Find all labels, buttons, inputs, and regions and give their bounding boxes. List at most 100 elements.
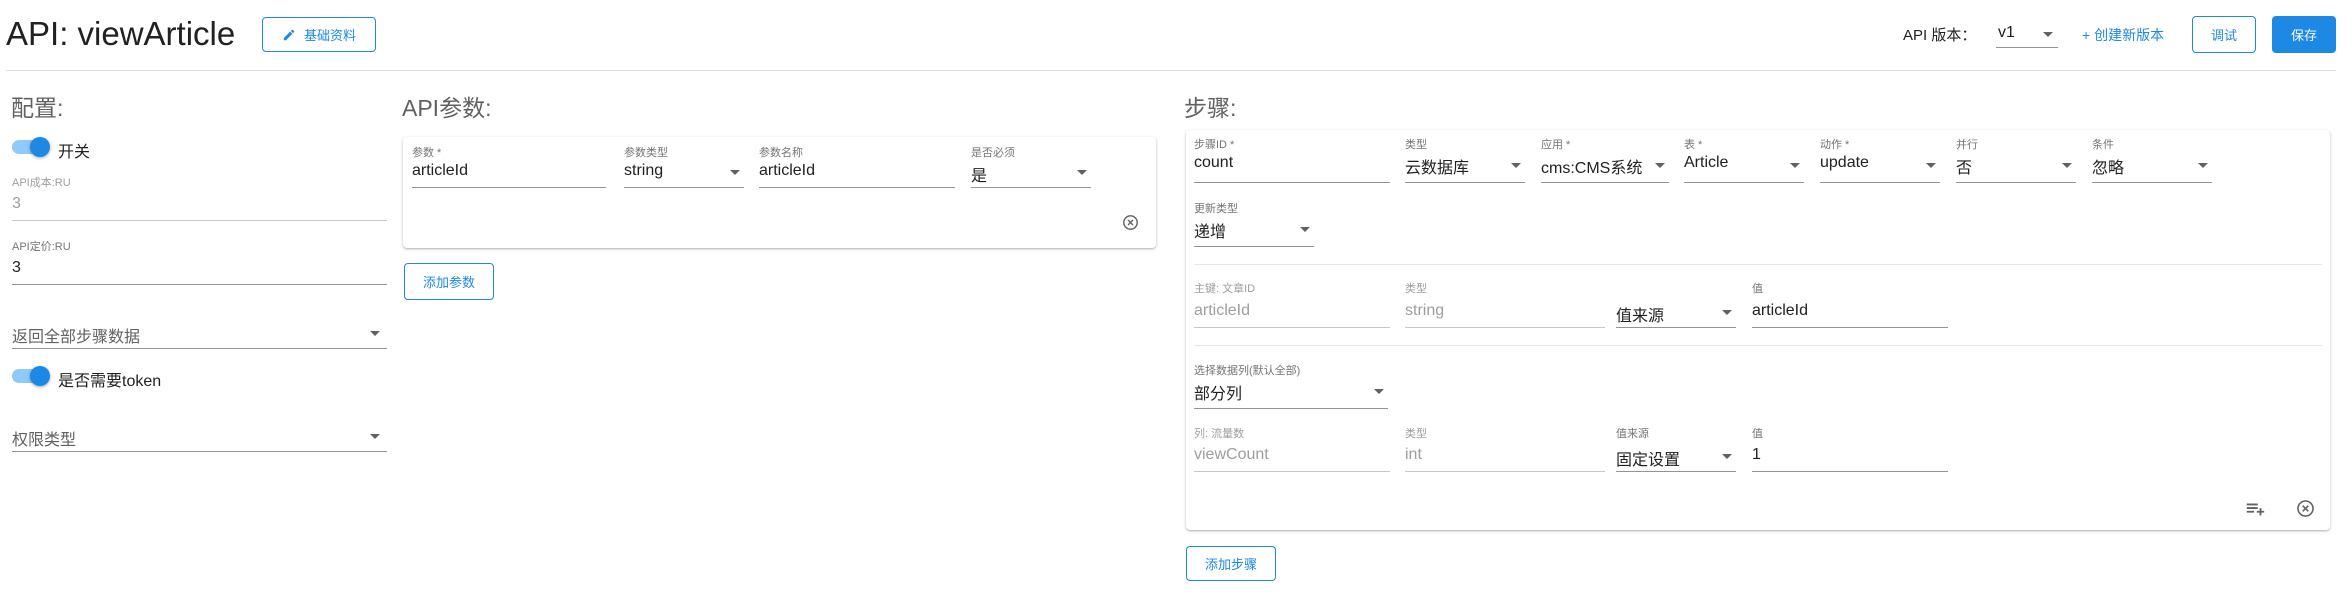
key-value-text: articleId bbox=[1752, 302, 1809, 319]
permission-placeholder: 权限类型 bbox=[12, 432, 77, 449]
step-app-select[interactable]: cms:CMS系统 bbox=[1541, 150, 1669, 184]
param-name-input[interactable]: articleId bbox=[759, 159, 955, 189]
col-label: 列: 流量数 bbox=[1194, 428, 1245, 440]
step-table-select[interactable]: Article bbox=[1684, 150, 1804, 184]
col-source-select[interactable]: 固定设置 bbox=[1616, 440, 1736, 472]
step-condition-value: 忽略 bbox=[2092, 160, 2125, 177]
switch-toggle[interactable]: 开关 bbox=[12, 136, 92, 161]
key-source-value: 值来源 bbox=[1616, 308, 1665, 325]
step-id-value: count bbox=[1194, 154, 1234, 171]
chevron-down-icon bbox=[1926, 163, 1936, 168]
key-value: articleId bbox=[1194, 302, 1251, 319]
step-table-value: Article bbox=[1684, 154, 1729, 171]
chevron-down-icon bbox=[1655, 163, 1665, 168]
param-name-header: 参数名称 bbox=[759, 147, 803, 159]
step-card: 步骤ID * count 类型 云数据库 应用 * cms:CMS系统 表 * … bbox=[1186, 130, 2330, 530]
param-type-select[interactable]: string bbox=[624, 159, 744, 189]
update-type-value: 递增 bbox=[1194, 224, 1227, 241]
price-label: API定价:RU bbox=[12, 241, 71, 253]
col-value-input[interactable]: 1 bbox=[1752, 440, 1948, 472]
col-source-label: 值来源 bbox=[1616, 428, 1649, 440]
version-label: API 版本： bbox=[1903, 27, 1977, 44]
token-toggle[interactable]: 是否需要token bbox=[12, 365, 212, 390]
step-divider bbox=[1194, 345, 2322, 346]
columns-select[interactable]: 部分列 bbox=[1194, 376, 1388, 410]
step-condition-select[interactable]: 忽略 bbox=[2092, 150, 2212, 184]
chevron-down-icon bbox=[370, 331, 380, 336]
chevron-down-icon bbox=[1300, 227, 1310, 232]
page-title: API: viewArticle bbox=[6, 15, 236, 52]
chevron-down-icon bbox=[1511, 163, 1521, 168]
columns-value: 部分列 bbox=[1194, 386, 1243, 403]
token-label: 是否需要token bbox=[58, 373, 162, 390]
return-steps-select[interactable]: 返回全部步骤数据 bbox=[12, 320, 387, 352]
step-action-select[interactable]: update bbox=[1820, 150, 1940, 184]
col-value: viewCount bbox=[1194, 446, 1269, 463]
param-required-select[interactable]: 是 bbox=[971, 159, 1091, 189]
param-name-value: articleId bbox=[759, 162, 816, 179]
chevron-down-icon bbox=[370, 434, 380, 439]
config-title: 配置: bbox=[11, 95, 64, 121]
cost-value: 3 bbox=[12, 195, 21, 212]
chevron-down-icon bbox=[1722, 310, 1732, 315]
chevron-down-icon bbox=[1790, 163, 1800, 168]
key-label: 主键: 文章ID bbox=[1194, 283, 1256, 295]
steps-title: 步骤: bbox=[1184, 95, 1237, 121]
param-type-value: string bbox=[624, 162, 664, 179]
param-header: 参数 * bbox=[412, 147, 442, 159]
key-type-value: string bbox=[1405, 302, 1445, 319]
chevron-down-icon bbox=[1077, 170, 1087, 175]
step-type-select[interactable]: 云数据库 bbox=[1405, 150, 1525, 184]
chevron-down-icon bbox=[1374, 389, 1384, 394]
key-value-label: 值 bbox=[1752, 283, 1763, 295]
params-title: API参数: bbox=[402, 95, 492, 121]
update-type-select[interactable]: 递增 bbox=[1194, 214, 1314, 248]
col-value-label: 值 bbox=[1752, 428, 1763, 440]
param-card: 参数 * articleId 参数类型 string 参数名称 articleI… bbox=[403, 137, 1156, 248]
switch-label: 开关 bbox=[58, 144, 91, 161]
step-action-value: update bbox=[1820, 154, 1869, 171]
col-source-value: 固定设置 bbox=[1616, 452, 1681, 469]
param-required-value: 是 bbox=[971, 168, 988, 185]
version-value: v1 bbox=[1998, 24, 2015, 41]
add-step-button[interactable]: 添加步骤 bbox=[1186, 546, 1276, 581]
param-required-header: 是否必须 bbox=[971, 147, 1015, 159]
pencil-icon bbox=[283, 29, 295, 40]
create-version-link[interactable]: + 创建新版本 bbox=[2082, 25, 2164, 45]
version-select[interactable]: v1 bbox=[1996, 18, 2058, 48]
step-divider bbox=[1194, 264, 2322, 265]
key-source-select[interactable]: 值来源 bbox=[1616, 296, 1736, 328]
price-input[interactable]: 3 bbox=[12, 256, 387, 286]
col-type-label: 类型 bbox=[1405, 428, 1427, 440]
header-divider bbox=[6, 70, 2336, 71]
chevron-down-icon bbox=[1722, 454, 1732, 459]
chevron-down-icon bbox=[730, 170, 740, 175]
step-type-value: 云数据库 bbox=[1405, 160, 1470, 177]
param-value: articleId bbox=[412, 162, 469, 179]
param-input[interactable]: articleId bbox=[412, 159, 606, 189]
chevron-down-icon bbox=[2198, 163, 2208, 168]
save-button[interactable]: 保存 bbox=[2272, 16, 2336, 53]
step-parallel-value: 否 bbox=[1956, 160, 1973, 177]
playlist-add-icon[interactable] bbox=[2244, 498, 2266, 520]
basic-info-button[interactable]: 基础资料 bbox=[262, 17, 376, 52]
col-type-value: int bbox=[1405, 446, 1422, 463]
key-value-input[interactable]: articleId bbox=[1752, 296, 1948, 328]
col-value-text: 1 bbox=[1752, 446, 1761, 463]
chevron-down-icon bbox=[2062, 163, 2072, 168]
price-value: 3 bbox=[12, 259, 21, 276]
basic-info-label: 基础资料 bbox=[303, 28, 356, 43]
debug-button[interactable]: 调试 bbox=[2192, 16, 2256, 53]
chevron-down-icon bbox=[2043, 32, 2053, 37]
step-id-input[interactable]: count bbox=[1194, 150, 1390, 184]
close-circle-icon[interactable] bbox=[2296, 499, 2315, 518]
close-circle-icon[interactable] bbox=[1122, 214, 1139, 231]
param-type-header: 参数类型 bbox=[624, 147, 668, 159]
step-app-value: cms:CMS系统 bbox=[1541, 160, 1643, 177]
step-parallel-select[interactable]: 否 bbox=[1956, 150, 2076, 184]
key-type-label: 类型 bbox=[1405, 283, 1427, 295]
add-param-button[interactable]: 添加参数 bbox=[404, 263, 494, 300]
permission-select[interactable]: 权限类型 bbox=[12, 423, 387, 455]
return-steps-placeholder: 返回全部步骤数据 bbox=[12, 329, 141, 346]
cost-label: API成本:RU bbox=[12, 177, 71, 189]
